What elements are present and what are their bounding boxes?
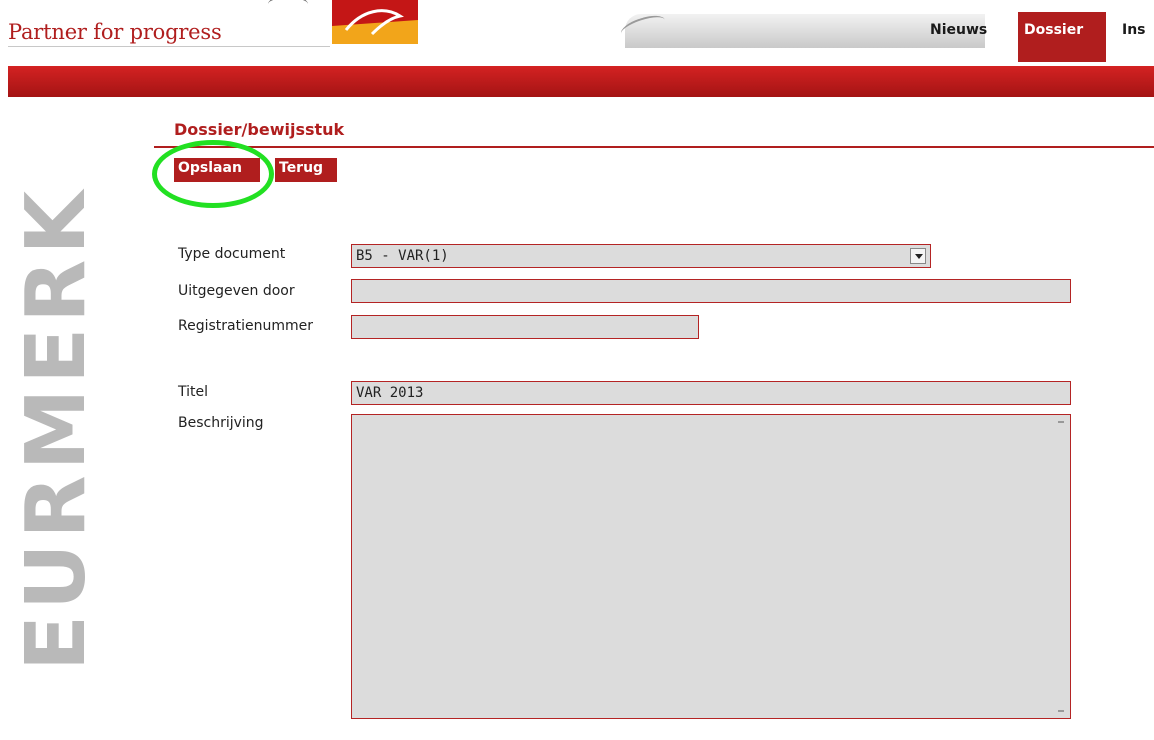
tagline-divider [8,46,330,47]
type-document-label: Type document [178,246,286,262]
scroll-up-icon[interactable] [1058,421,1064,423]
header-red-band [8,66,1154,97]
registration-label: Registratienummer [178,318,313,334]
logo-arc [268,0,308,12]
description-textarea[interactable] [351,414,1071,719]
description-label: Beschrijving [178,415,264,431]
logo-flag-icon [332,0,418,44]
title-field[interactable]: VAR 2013 [351,381,1071,405]
highlight-circle [152,140,274,208]
registration-field[interactable] [351,315,699,339]
title-label: Titel [178,384,209,400]
type-document-select[interactable]: B5 - VAR(1) [351,244,931,268]
page-title: Dossier/bewijsstuk [174,120,345,139]
chevron-down-icon[interactable] [910,248,926,264]
back-button[interactable]: Terug [275,158,337,182]
scroll-down-icon[interactable] [1058,710,1064,712]
scrollbar[interactable] [1054,417,1068,716]
brand-vertical-label: EURMERK [9,186,104,672]
nav-item-dossier[interactable]: Dossier [1018,12,1106,62]
issued-by-field[interactable] [351,279,1071,303]
issued-by-label: Uitgegeven door [178,283,295,299]
nav-item-more[interactable]: Ins [1122,22,1146,38]
type-document-value: B5 - VAR(1) [356,248,449,264]
brand-vertical-text: EURMERK [9,186,104,716]
nav-item-news[interactable]: Nieuws [930,22,987,38]
tagline: Partner for progress [8,20,222,44]
title-divider [154,146,1154,148]
